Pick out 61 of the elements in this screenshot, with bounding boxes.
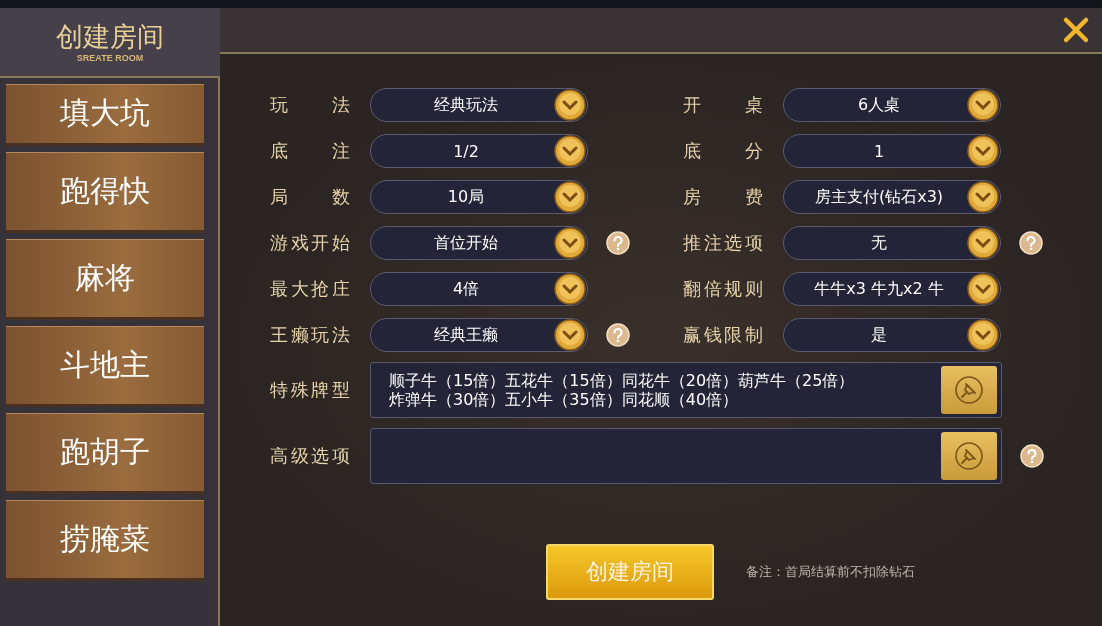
help-icon[interactable] <box>1019 231 1043 255</box>
dropdown[interactable]: 4倍 <box>370 272 588 306</box>
dropdown[interactable]: 10局 <box>370 180 588 214</box>
pin-button[interactable] <box>941 432 997 480</box>
option-field[interactable]: 顺子牛（15倍）五花牛（15倍）同花牛（20倍）葫芦牛（25倍） 炸弹牛（30倍）五小牛（35倍）同花顺（40倍） <box>370 362 1002 418</box>
dropdown[interactable]: 无 <box>783 226 1001 260</box>
setting-label: 底注 <box>270 139 350 163</box>
game-tab[interactable]: 填大坑 <box>6 84 204 146</box>
chevron-icon <box>554 181 586 213</box>
chevron-icon <box>554 319 586 351</box>
dropdown[interactable]: 1 <box>783 134 1001 168</box>
option-text: 炸弹牛（30倍）五小牛（35倍）同花顺（40倍） <box>389 390 740 409</box>
help-icon[interactable] <box>606 231 630 255</box>
pin-button[interactable] <box>941 366 997 414</box>
setting-label: 玩法 <box>270 93 350 117</box>
setting-label: 开桌 <box>683 93 763 117</box>
setting-label: 推注选项 <box>683 231 763 255</box>
chevron-icon <box>967 89 999 121</box>
window-subtitle: SREATE ROOM <box>76 53 144 63</box>
chevron-icon <box>554 135 586 167</box>
option-text: 顺子牛（15倍）五花牛（15倍）同花牛（20倍）葫芦牛（25倍） <box>389 371 856 390</box>
game-tab[interactable]: 跑得快 <box>6 152 204 233</box>
pin-icon <box>953 440 985 472</box>
dropdown[interactable]: 1/2 <box>370 134 588 168</box>
chevron-icon <box>967 319 999 351</box>
close-icon <box>1062 16 1090 44</box>
game-tab[interactable]: 跑胡子 <box>6 413 204 494</box>
dropdown[interactable]: 是 <box>783 318 1001 352</box>
chevron-icon <box>967 135 999 167</box>
option-label: 高级选项 <box>270 444 350 468</box>
chevron-icon <box>967 273 999 305</box>
chevron-icon <box>967 181 999 213</box>
dropdown[interactable]: 经典玩法 <box>370 88 588 122</box>
window-title: 创建房间 <box>56 21 164 53</box>
setting-label: 局数 <box>270 185 350 209</box>
dropdown[interactable]: 牛牛x3 牛九x2 牛 <box>783 272 1001 306</box>
setting-label: 翻倍规则 <box>683 277 763 301</box>
dropdown[interactable]: 房主支付(钻石x3) <box>783 180 1001 214</box>
help-icon[interactable] <box>606 323 630 347</box>
pin-icon <box>953 374 985 406</box>
dropdown[interactable]: 6人桌 <box>783 88 1001 122</box>
setting-label: 房费 <box>683 185 763 209</box>
note-text: 备注：首局结算前不扣除钻石 <box>746 563 915 581</box>
chevron-icon <box>554 89 586 121</box>
setting-label: 赢钱限制 <box>683 323 763 347</box>
option-field[interactable] <box>370 428 1002 484</box>
chevron-icon <box>554 273 586 305</box>
setting-label: 王癞玩法 <box>270 323 350 347</box>
game-tab[interactable]: 捞腌菜 <box>6 500 204 581</box>
chevron-icon <box>967 227 999 259</box>
dropdown[interactable]: 经典王癞 <box>370 318 588 352</box>
option-label: 特殊牌型 <box>270 378 350 402</box>
game-tab[interactable]: 麻将 <box>6 239 204 320</box>
setting-label: 游戏开始 <box>270 231 350 255</box>
game-tab[interactable]: 斗地主 <box>6 326 204 407</box>
chevron-icon <box>554 227 586 259</box>
setting-label: 最大抢庄 <box>270 277 350 301</box>
help-icon[interactable] <box>1020 444 1044 468</box>
close-button[interactable] <box>1062 16 1090 44</box>
dropdown[interactable]: 首位开始 <box>370 226 588 260</box>
setting-label: 底分 <box>683 139 763 163</box>
